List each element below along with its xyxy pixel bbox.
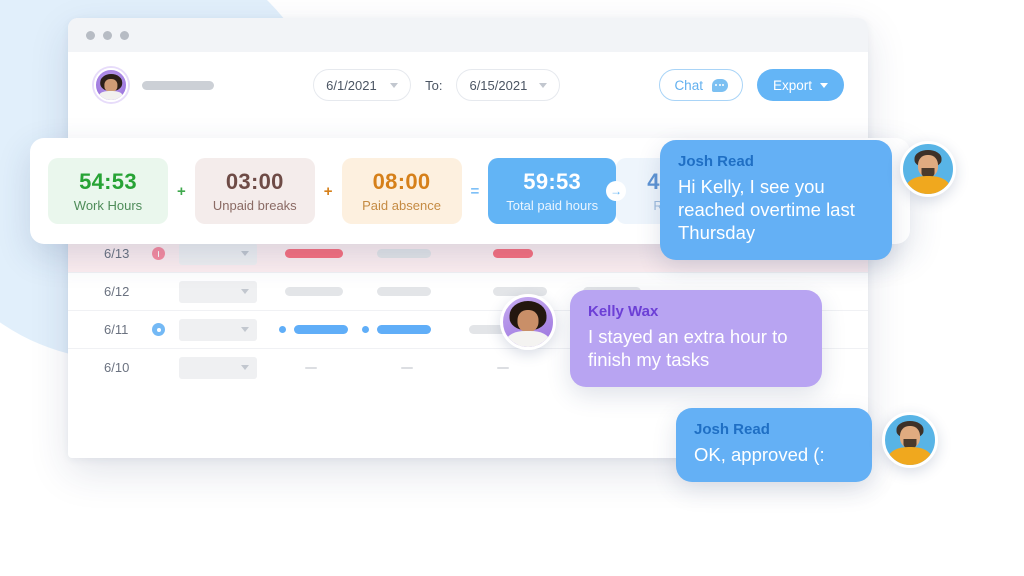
- row-date: 6/13: [104, 246, 130, 261]
- row-select[interactable]: [179, 242, 257, 265]
- app-toolbar: 6/1/2021 To: 6/15/2021 Chat Export: [68, 52, 868, 118]
- chevron-down-icon: [539, 82, 548, 88]
- row-cell-2: [377, 249, 431, 258]
- avatar-shirt: [888, 447, 932, 465]
- avatar-josh[interactable]: [900, 141, 956, 197]
- chat-message-bubble[interactable]: Josh Read Hi Kelly, I see you reached ov…: [660, 140, 892, 261]
- row-cell-1: [279, 325, 348, 334]
- chevron-down-icon: [241, 289, 249, 294]
- dot-marker: [279, 326, 286, 333]
- stat-label: Unpaid breaks: [212, 198, 297, 213]
- row-cell-3: [497, 366, 509, 369]
- empty-dash: [305, 366, 317, 369]
- chat-button-label: Chat: [674, 77, 703, 93]
- dot-marker: [362, 326, 369, 333]
- chat-author: Josh Read: [678, 153, 754, 170]
- avatar-body: [99, 91, 123, 100]
- stat-value: 03:00: [225, 169, 284, 194]
- empty-dash: [497, 366, 509, 369]
- window-dot-maximize[interactable]: [120, 30, 129, 40]
- chat-message-bubble[interactable]: Josh Read OK, approved (:: [676, 408, 872, 483]
- row-date: 6/12: [104, 284, 130, 299]
- alert-icon[interactable]: [152, 247, 165, 260]
- avatar-josh[interactable]: [882, 412, 938, 468]
- row-select[interactable]: [179, 356, 257, 379]
- date-from-value: 6/1/2021: [326, 77, 377, 93]
- avatar-shirt: [906, 176, 950, 194]
- window-titlebar: [68, 18, 868, 52]
- avatar-face: [104, 79, 118, 92]
- chat-author: Kelly Wax: [588, 303, 659, 320]
- stat-value: 54:53: [79, 169, 137, 194]
- chat-text: Hi Kelly, I see you reached overtime las…: [678, 176, 855, 244]
- stat-tile-paid-absence[interactable]: 08:00 Paid absence: [341, 158, 462, 224]
- chevron-down-icon: [241, 327, 249, 332]
- window-dot-minimize[interactable]: [103, 30, 112, 40]
- avatar-kelly[interactable]: [500, 294, 556, 350]
- bar: [377, 287, 431, 296]
- date-to-value: 6/15/2021: [469, 77, 528, 93]
- stat-tile-total-paid-hours[interactable]: 59:53 Total paid hours: [488, 158, 617, 224]
- row-cell-3: [493, 249, 533, 258]
- row-select[interactable]: [179, 318, 257, 341]
- row-date: 6/10: [104, 360, 130, 375]
- chat-text: OK, approved (:: [694, 444, 825, 465]
- row-cell-2: [362, 325, 431, 334]
- operator-plus: +: [323, 182, 333, 200]
- chevron-down-icon: [241, 251, 249, 256]
- avatar[interactable]: [94, 68, 128, 102]
- bar-tracked: [377, 325, 431, 334]
- chevron-down-icon: [820, 82, 828, 88]
- chat-button[interactable]: Chat: [659, 69, 743, 101]
- chevron-down-icon: [241, 365, 249, 370]
- stat-label: Work Hours: [73, 198, 143, 213]
- row-cell-1: [285, 287, 343, 296]
- bar: [377, 249, 431, 258]
- user-name-placeholder: [142, 80, 214, 90]
- bar-overtime: [285, 249, 343, 258]
- row-cell-1: [285, 249, 343, 258]
- date-from-select[interactable]: 6/1/2021: [313, 69, 412, 101]
- chat-bubble-icon: [711, 78, 728, 92]
- row-cell-2: [377, 287, 431, 296]
- stat-label: Total paid hours: [506, 198, 599, 213]
- export-button[interactable]: Export: [756, 69, 844, 101]
- date-to-select[interactable]: 6/15/2021: [456, 69, 561, 101]
- chat-text: I stayed an extra hour to finish my task…: [588, 326, 788, 371]
- info-icon[interactable]: [152, 323, 165, 336]
- chat-author: Josh Read: [694, 421, 770, 438]
- row-cell-2: [401, 366, 413, 369]
- chat-message-bubble[interactable]: Kelly Wax I stayed an extra hour to fini…: [570, 290, 822, 388]
- operator-equals: =: [470, 182, 480, 200]
- window-dot-close[interactable]: [86, 30, 95, 40]
- bar-tracked: [294, 325, 348, 334]
- stat-value: 08:00: [372, 169, 431, 194]
- export-button-label: Export: [772, 77, 812, 93]
- row-select[interactable]: [179, 280, 257, 303]
- row-date: 6/11: [104, 322, 129, 337]
- avatar-face: [517, 310, 539, 332]
- stat-tile-unpaid-breaks[interactable]: 03:00 Unpaid breaks: [194, 158, 315, 224]
- row-cell-1: [305, 366, 317, 369]
- stat-label: Paid absence: [362, 198, 441, 213]
- stat-tile-work-hours[interactable]: 54:53 Work Hours: [48, 158, 168, 224]
- date-range-to-label: To:: [425, 77, 443, 93]
- bar-overtime: [493, 249, 533, 258]
- chevron-down-icon: [390, 82, 399, 88]
- stat-value: 59:53: [523, 169, 582, 194]
- operator-arrow: →: [606, 181, 627, 201]
- bar: [285, 287, 343, 296]
- operator-plus: +: [177, 182, 186, 200]
- empty-dash: [401, 366, 413, 369]
- screenshot-stage: 6/1/2021 To: 6/15/2021 Chat Export 6/14: [0, 0, 1024, 576]
